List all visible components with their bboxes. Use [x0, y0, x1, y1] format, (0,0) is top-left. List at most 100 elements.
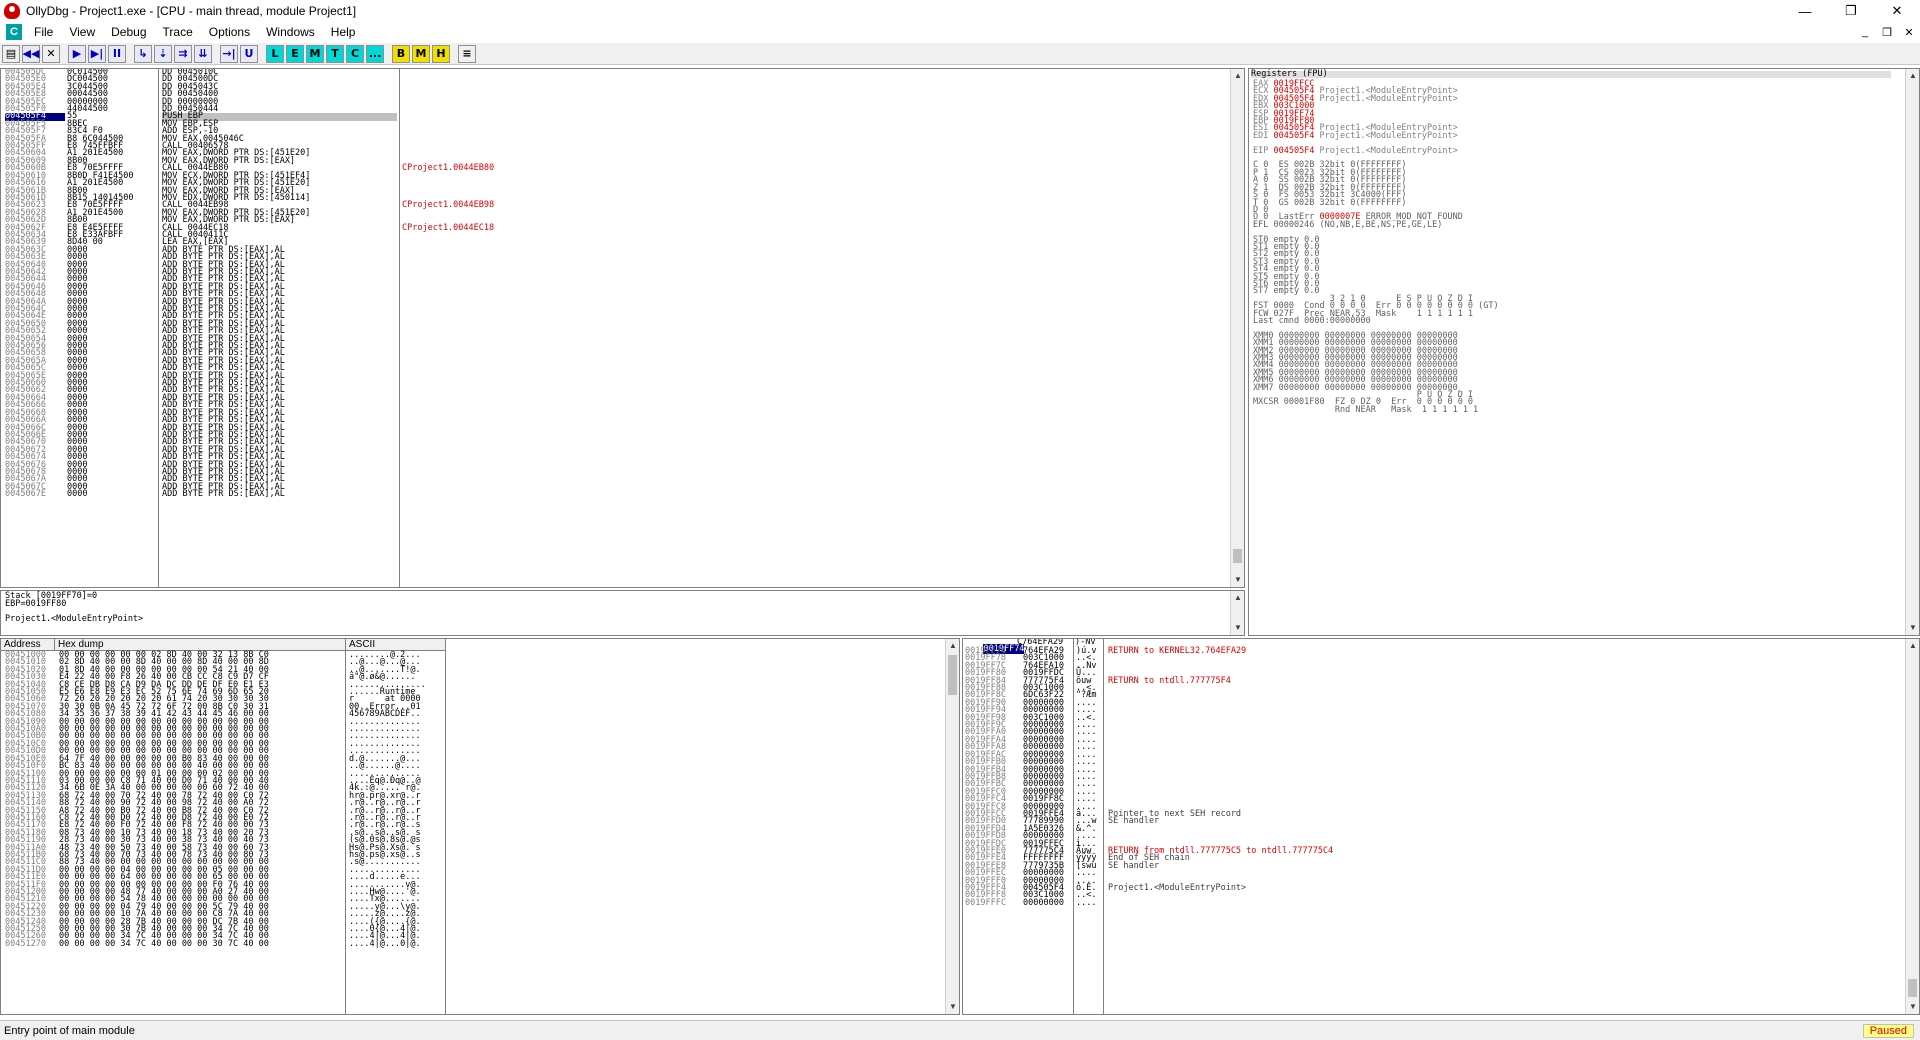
trace-over-icon[interactable]: ⇊ [194, 44, 212, 63]
breakpoints-button[interactable]: B [392, 44, 410, 63]
execute-till-user-code-icon[interactable]: U [240, 44, 258, 63]
child-minimize-button[interactable]: _ [1854, 26, 1876, 39]
disasm-comment [402, 173, 902, 180]
run-thread-icon[interactable]: ▶| [88, 44, 106, 63]
disasm-comment [402, 121, 902, 128]
step-over-icon[interactable]: ⇣ [154, 44, 172, 63]
disasm-scrollbar[interactable]: ▲ ▼ [1230, 69, 1244, 587]
disassembly-pane[interactable]: 004505DC 004505E0 004505E4 004505E8 004505EC… [0, 68, 1245, 588]
menu-debug[interactable]: Debug [103, 25, 154, 39]
pause-icon[interactable]: II [108, 44, 126, 63]
register-edi[interactable]: EDI 004505F4 Project1.<ModuleEntryPoint> [1253, 132, 1499, 141]
hardware-breakpoints-button[interactable]: H [432, 44, 450, 63]
disasm-comment [402, 313, 902, 320]
stack-comment [1108, 663, 1333, 670]
disasm-comment [402, 188, 902, 195]
menu-options[interactable]: Options [201, 25, 258, 39]
menu-trace[interactable]: Trace [155, 25, 201, 39]
dump-scrollbar[interactable]: ▲ ▼ [945, 639, 959, 1014]
disasm-comment [402, 299, 902, 306]
disasm-comment [402, 106, 902, 113]
menu-help[interactable]: Help [323, 25, 364, 39]
cpu-window-button[interactable]: C [346, 44, 364, 63]
close-button[interactable]: ✕ [1874, 0, 1920, 22]
modules-window-button[interactable]: E [286, 44, 304, 63]
memory-breakpoints-button[interactable]: M [412, 44, 430, 63]
memory-dump-pane[interactable]: Address Hex dump ASCII 00451000 00451010 0… [0, 638, 960, 1015]
menu-windows[interactable]: Windows [258, 25, 323, 39]
stack-comment [1108, 796, 1333, 803]
menu-file[interactable]: File [26, 25, 61, 39]
disasm-comment [402, 136, 902, 143]
minimize-button[interactable]: — [1782, 0, 1828, 22]
stack-pane[interactable]: 0019FF74 C764EFA29 )-Nv 0019FF74 0019FF78… [962, 638, 1920, 1015]
step-into-icon[interactable]: ↳ [134, 44, 152, 63]
disasm-comment [402, 343, 902, 350]
stack-comment [1108, 870, 1333, 877]
disasm-instruction-column: DD 0045010C DD 004500DC DD 0045043C DD 0045… [162, 69, 397, 587]
disasm-comment [402, 417, 902, 424]
registers-header[interactable]: Registers (FPU) [1251, 70, 1891, 78]
stack-comment [1108, 759, 1333, 766]
execute-till-return-icon[interactable]: →| [220, 44, 238, 63]
memory-map-button[interactable]: M [306, 44, 324, 63]
more-windows-button[interactable]: ... [366, 44, 384, 63]
stack-comment [1108, 729, 1333, 736]
dump-ascii: ....4|@...0|@. [349, 938, 421, 949]
flag-row: T 0 GS 002B 32bit 0(FFFFFFFF) [1253, 197, 1407, 208]
open-file-icon[interactable]: ▤ [2, 44, 20, 63]
stack-comment: SE handler [1108, 860, 1160, 871]
stack-comment [1108, 833, 1333, 840]
stack-comment [1108, 900, 1333, 907]
disasm-comment [402, 469, 902, 476]
ollydbg-bug-icon [4, 3, 20, 19]
stack-comment [1108, 789, 1333, 796]
disasm-comment [402, 476, 902, 483]
stack-comment [1108, 715, 1333, 722]
registers-scrollbar[interactable]: ▲ ▼ [1905, 69, 1919, 635]
stack-comment [1108, 744, 1333, 751]
register-eip[interactable]: EIP 004505F4 Project1.<ModuleEntryPoint> [1253, 146, 1499, 155]
stack-comment: RETURN to ntdll.777775F4 [1108, 675, 1231, 686]
title-bar: OllyDbg - Project1.exe - [CPU - main thr… [0, 0, 1920, 22]
status-text: Entry point of main module [4, 1024, 135, 1037]
disasm-hex-bytes: 44044500 [67, 104, 108, 115]
disasm-comment-column: CProject1.0044EB80 CProject1.0044EB98 CP… [402, 69, 902, 587]
stack-comment [1108, 722, 1333, 729]
trace-into-icon[interactable]: ⇉ [174, 44, 192, 63]
registers-pane[interactable]: Registers (FPU) EAX 0019FFCC ECX 004505F4… [1248, 68, 1920, 636]
disasm-comment [402, 425, 902, 432]
threads-window-button[interactable]: T [326, 44, 344, 63]
log-window-button[interactable]: L [266, 44, 284, 63]
disasm-comment [402, 380, 902, 387]
efl-row: EFL 00000246 (NO,NB,E,BE,NS,PE,GE,LE) [1253, 219, 1443, 230]
restart-icon[interactable]: ◀◀ [22, 44, 40, 63]
cpu-window-icon[interactable]: C [6, 24, 22, 40]
child-close-button[interactable]: ✕ [1898, 26, 1920, 39]
disasm-comment [402, 454, 902, 461]
mxcsr-row: Rnd NEAR Mask 1 1 1 1 1 1 [1253, 404, 1479, 415]
disasm-address: 0045067E [5, 489, 46, 500]
stack-scrollbar[interactable]: ▲ ▼ [1905, 639, 1919, 1014]
disasm-comment [402, 69, 902, 76]
stack-comment [1108, 892, 1333, 899]
disasm-comment [402, 410, 902, 417]
stack-comment [1108, 707, 1333, 714]
child-restore-button[interactable]: ❐ [1876, 26, 1898, 39]
stack-comment [1108, 655, 1333, 662]
stack-comment [1108, 781, 1333, 788]
disasm-comment [402, 291, 902, 298]
close-program-icon[interactable]: ✕ [42, 44, 60, 63]
toolbar: ▤ ◀◀ ✕ ▶ ▶| II ↳ ⇣ ⇉ ⇊ →| U L E M T C ..… [0, 43, 1920, 65]
list-icon[interactable]: ≡ [458, 44, 476, 63]
menu-view[interactable]: View [61, 25, 103, 39]
run-icon[interactable]: ▶ [68, 44, 86, 63]
disasm-instruction: ADD BYTE PTR DS:[EAX],AL [162, 489, 285, 500]
info-line: Project1.<ModuleEntryPoint> [5, 613, 144, 624]
info-scrollbar[interactable]: ▲ ▼ [1230, 591, 1244, 635]
disasm-comment [402, 447, 902, 454]
maximize-button[interactable]: ❐ [1828, 0, 1874, 22]
window-title: OllyDbg - Project1.exe - [CPU - main thr… [26, 4, 357, 18]
disasm-comment [402, 306, 902, 313]
disasm-comment [402, 113, 902, 120]
